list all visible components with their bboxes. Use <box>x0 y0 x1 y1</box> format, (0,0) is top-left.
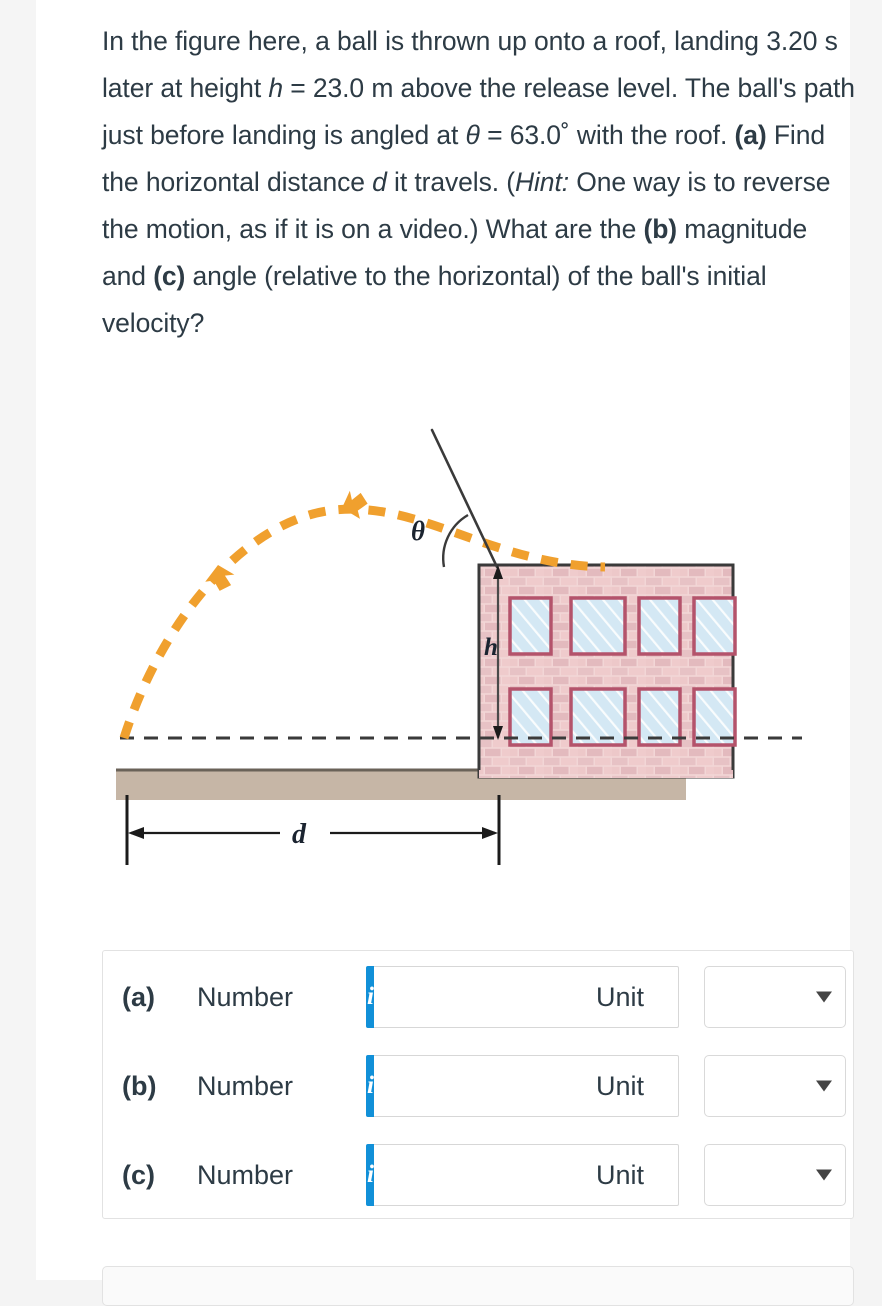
part-label-c: (c) <box>153 261 186 291</box>
info-icon[interactable]: i <box>366 1144 374 1206</box>
next-section-panel <box>102 1266 854 1306</box>
question-line-2-post: = 23.0 m above the <box>282 73 517 103</box>
question-statement: In the figure here, a ball is thrown up … <box>102 18 858 347</box>
variable-d: d <box>372 167 387 197</box>
info-icon[interactable]: i <box>366 966 374 1028</box>
chevron-down-icon <box>816 1169 832 1181</box>
distance-measure-group: d <box>125 795 501 865</box>
answer-c-unit-dropdown[interactable] <box>704 1144 846 1206</box>
part-label-a: (a) <box>734 120 767 150</box>
question-line-7-post: angle (relative to the <box>185 261 431 291</box>
answer-row-b-tag: (b) <box>122 1070 157 1101</box>
variable-h: h <box>268 73 283 103</box>
answer-row-a-number-group: i <box>366 966 679 1028</box>
trajectory-arrowhead-ascending <box>205 565 235 591</box>
brick-building <box>477 563 737 779</box>
theta-label: θ <box>411 516 425 546</box>
answer-row-c-number-group: i <box>366 1144 679 1206</box>
chevron-down-icon <box>816 1080 832 1092</box>
variable-theta: θ <box>465 120 480 150</box>
h-label: h <box>484 634 498 661</box>
question-line-4-pre: angled at <box>350 120 466 150</box>
answer-a-unit-dropdown[interactable] <box>704 966 846 1028</box>
answer-row-a-number-label: Number <box>197 981 294 1012</box>
content-sheet: In the figure here, a ball is thrown up … <box>36 0 855 1306</box>
answer-row-a: (a) Number i Unit <box>103 963 853 1031</box>
answer-row-a-tag: (a) <box>122 981 155 1012</box>
question-line-1: In the figure here, a ball is thrown up … <box>102 26 667 56</box>
question-line-5-mid: it travels. ( <box>386 167 515 197</box>
question-line-7-pre: are the <box>554 214 644 244</box>
info-icon[interactable]: i <box>366 1055 374 1117</box>
answer-row-c-unit-label: Unit <box>596 1159 645 1190</box>
d-label: d <box>292 819 307 850</box>
question-line-5-post: One way is <box>568 167 707 197</box>
tangent-line <box>430 428 499 569</box>
trajectory-arrowhead-apex <box>342 490 368 519</box>
answer-row-b: (b) Number i Unit <box>103 1052 853 1120</box>
page-background: In the figure here, a ball is thrown up … <box>0 0 882 1306</box>
answer-panel: (a) Number i Unit (b) Number i Unit (c) … <box>102 950 854 1219</box>
answer-row-b-number-group: i <box>366 1055 679 1117</box>
question-line-5-pre: horizontal distance <box>145 167 373 197</box>
figure-canvas: θ h d <box>116 428 802 865</box>
part-label-b: (b) <box>643 214 678 244</box>
question-line-4-mid: = 63.0˚ with the roof. <box>479 120 735 150</box>
answer-row-a-unit-label: Unit <box>596 981 645 1012</box>
answer-b-unit-dropdown[interactable] <box>704 1055 846 1117</box>
theta-arc <box>442 513 469 568</box>
answer-row-c: (c) Number i Unit <box>103 1141 853 1209</box>
answer-row-c-number-label: Number <box>197 1159 294 1190</box>
hint-label: Hint: <box>514 167 569 197</box>
answer-row-c-tag: (c) <box>122 1159 155 1190</box>
answer-row-b-unit-label: Unit <box>596 1070 645 1101</box>
physics-figure: θ h d <box>102 415 858 885</box>
window-row-top <box>508 596 737 656</box>
chevron-down-icon <box>816 991 832 1003</box>
answer-row-b-number-label: Number <box>197 1070 294 1101</box>
